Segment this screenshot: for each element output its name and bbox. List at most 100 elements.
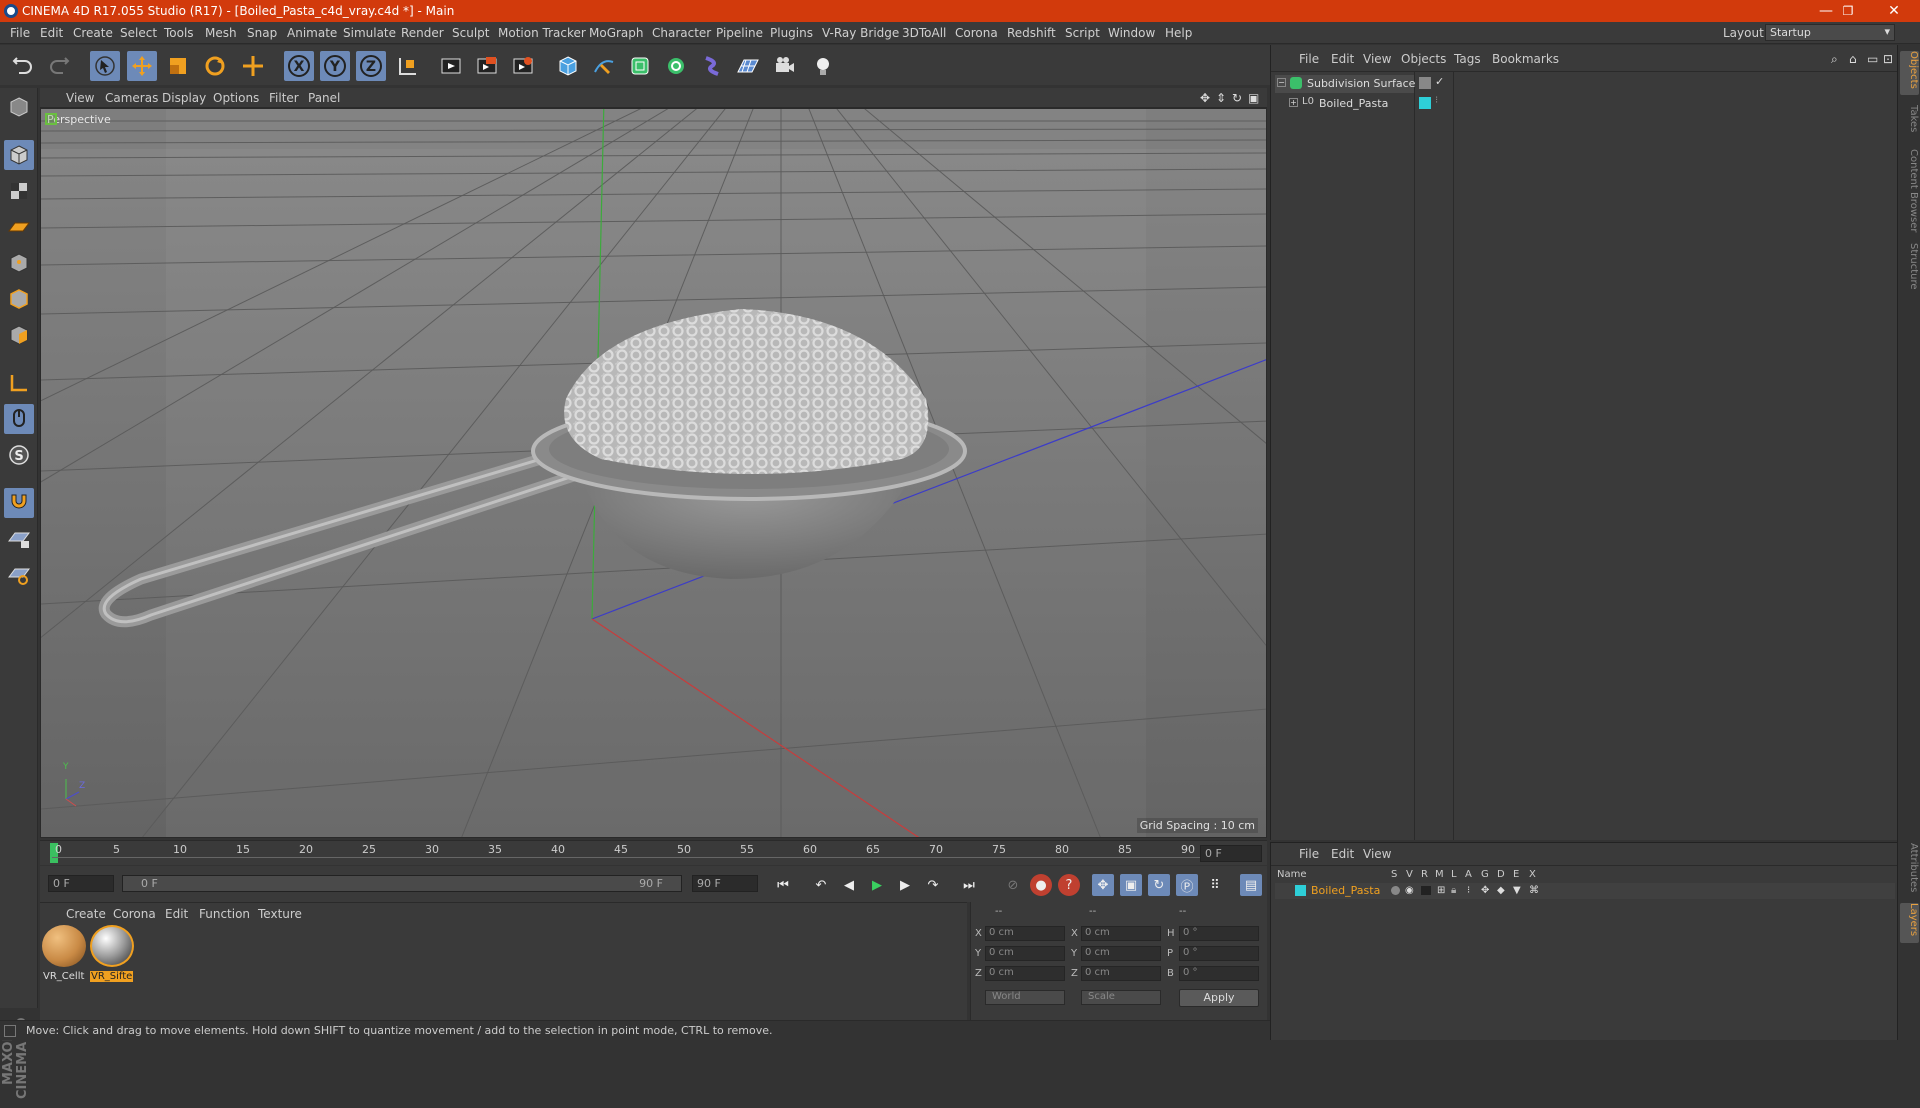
menu-select[interactable]: Select: [120, 26, 157, 40]
apply-button[interactable]: Apply: [1179, 989, 1259, 1007]
viewport-menu-options[interactable]: Options: [213, 91, 259, 105]
layer-lock-icon[interactable]: 🔒︎: [1451, 885, 1456, 896]
position-y-field[interactable]: 0 cm: [985, 946, 1065, 961]
layer-color-swatch[interactable]: [1295, 885, 1306, 896]
edges-mode-icon[interactable]: [4, 284, 34, 314]
menu-snap[interactable]: Snap: [247, 26, 277, 40]
move-tool-icon[interactable]: [127, 51, 157, 81]
menu-edit[interactable]: Edit: [40, 26, 63, 40]
render-settings-icon[interactable]: [508, 51, 538, 81]
menu-mesh[interactable]: Mesh: [205, 26, 237, 40]
menu-file[interactable]: File: [10, 26, 30, 40]
redo-icon[interactable]: [44, 51, 74, 81]
timeline-ruler[interactable]: 0 5 10 15 20 25 30 35 40 45 50 55 60 65 …: [40, 840, 1267, 865]
y-axis-lock-icon[interactable]: Y: [320, 51, 350, 81]
layer-visible-icon[interactable]: ◉: [1405, 885, 1414, 896]
menu-render[interactable]: Render: [401, 26, 444, 40]
position-x-field[interactable]: 0 cm: [985, 926, 1065, 941]
snap-magnet-icon[interactable]: [4, 488, 34, 518]
live-selection-icon[interactable]: [90, 51, 120, 81]
menu-motion-tracker[interactable]: Motion Tracker: [498, 26, 586, 40]
tweak-mode-icon[interactable]: [4, 404, 34, 434]
objects-menu-edit[interactable]: Edit: [1331, 52, 1354, 66]
menu-sculpt[interactable]: Sculpt: [452, 26, 489, 40]
tab-layers[interactable]: Layers: [1900, 903, 1919, 943]
size-x-field[interactable]: 0 cm: [1081, 926, 1161, 941]
key-rotation-icon[interactable]: ↻: [1148, 874, 1170, 896]
coordinate-system-icon[interactable]: [393, 51, 423, 81]
position-z-field[interactable]: 0 cm: [985, 966, 1065, 981]
menu-animate[interactable]: Animate: [287, 26, 337, 40]
panel-maximize-icon[interactable]: ⊡: [1883, 52, 1893, 66]
spline-pen-icon[interactable]: [589, 51, 619, 81]
material-swatch-cellt[interactable]: [42, 925, 86, 967]
layer-name[interactable]: Boiled_Pasta: [1311, 884, 1380, 897]
rotation-b-field[interactable]: 0 °: [1179, 966, 1259, 981]
objects-menu-bookmarks[interactable]: Bookmarks: [1492, 52, 1559, 66]
material-menu-edit[interactable]: Edit: [165, 907, 188, 921]
tab-attributes[interactable]: Attributes: [1900, 843, 1919, 895]
layer-animation-icon[interactable]: ⁝: [1467, 885, 1470, 896]
tab-content-browser[interactable]: Content Browser: [1900, 149, 1919, 239]
menu-create[interactable]: Create: [73, 26, 113, 40]
expand-icon[interactable]: +: [1289, 98, 1298, 107]
editor-visibility-icon[interactable]: [1419, 77, 1431, 89]
lock-workplane-icon[interactable]: [4, 524, 34, 554]
viewport-menu-view[interactable]: View: [66, 91, 94, 105]
new-view-icon[interactable]: ▭: [1867, 52, 1878, 66]
material-menu-texture[interactable]: Texture: [258, 907, 302, 921]
enabled-check-icon[interactable]: ✓: [1435, 75, 1444, 88]
goto-start-icon[interactable]: ⏮: [772, 874, 794, 896]
size-z-field[interactable]: 0 cm: [1081, 966, 1161, 981]
viewport-maximize-icon[interactable]: ▣: [1248, 91, 1259, 105]
autokey-icon[interactable]: ●: [1030, 874, 1052, 896]
goto-end-icon[interactable]: ⏭: [958, 874, 980, 896]
next-key-icon[interactable]: ↷: [922, 874, 944, 896]
current-frame-field[interactable]: 0 F: [1200, 845, 1262, 862]
material-swatch-sifte[interactable]: [90, 925, 134, 967]
floor-scene-icon[interactable]: [733, 51, 763, 81]
layers-menu-file[interactable]: File: [1299, 847, 1319, 861]
size-y-field[interactable]: 0 cm: [1081, 946, 1161, 961]
menu-corona[interactable]: Corona: [955, 26, 998, 40]
menu-simulate[interactable]: Simulate: [343, 26, 396, 40]
material-menu-create[interactable]: Create: [66, 907, 106, 921]
size-mode-select[interactable]: Scale: [1081, 990, 1161, 1005]
tab-objects[interactable]: Objects: [1900, 51, 1919, 95]
render-picture-viewer-icon[interactable]: [472, 51, 502, 81]
layer-deformer-icon[interactable]: ◆: [1497, 885, 1505, 896]
layer-manager-icon[interactable]: ⊞: [1437, 885, 1445, 896]
object-name[interactable]: Boiled_Pasta: [1319, 97, 1388, 110]
cloner-icon[interactable]: [661, 51, 691, 81]
layout-select[interactable]: Startup: [1765, 24, 1895, 41]
record-keys-icon[interactable]: ⊘: [1002, 874, 1024, 896]
rotate-tool-icon[interactable]: [200, 51, 230, 81]
key-scale-icon[interactable]: ▣: [1120, 874, 1142, 896]
visibility-dots-icon[interactable]: ⁝: [1435, 95, 1438, 106]
tab-structure[interactable]: Structure: [1900, 243, 1919, 295]
material-menu-function[interactable]: Function: [199, 907, 250, 921]
x-axis-lock-icon[interactable]: X: [284, 51, 314, 81]
objects-menu-objects[interactable]: Objects: [1401, 52, 1446, 66]
object-row-subdivision-surface[interactable]: − Subdivision Surface: [1275, 75, 1415, 93]
frame-range-slider[interactable]: 0 F 90 F: [122, 875, 682, 892]
key-parameter-icon[interactable]: Ⓟ: [1176, 874, 1198, 896]
menu-tools[interactable]: Tools: [164, 26, 194, 40]
layers-menu-view[interactable]: View: [1363, 847, 1391, 861]
viewport-move-icon[interactable]: ✥: [1200, 91, 1210, 105]
object-name[interactable]: Subdivision Surface: [1307, 77, 1415, 90]
tab-takes[interactable]: Takes: [1900, 105, 1919, 145]
menu-plugins[interactable]: Plugins: [770, 26, 813, 40]
menu-redshift[interactable]: Redshift: [1007, 26, 1056, 40]
layer-expression-icon[interactable]: ▼: [1513, 885, 1521, 896]
axis-mode-icon[interactable]: [4, 368, 34, 398]
camera-icon[interactable]: [770, 51, 800, 81]
layer-row[interactable]: Boiled_Pasta ◉ ⊞ 🔒︎ ⁝ ✥ ◆ ▼ ⌘: [1275, 883, 1895, 899]
layer-solo-icon[interactable]: [1391, 886, 1400, 895]
make-editable-icon[interactable]: [4, 92, 34, 122]
play-icon[interactable]: ▶: [866, 874, 888, 896]
light-icon[interactable]: [808, 51, 838, 81]
model-mode-icon[interactable]: [4, 140, 34, 170]
search-icon[interactable]: ⌕: [1831, 52, 1838, 67]
planar-workplane-icon[interactable]: [4, 560, 34, 590]
